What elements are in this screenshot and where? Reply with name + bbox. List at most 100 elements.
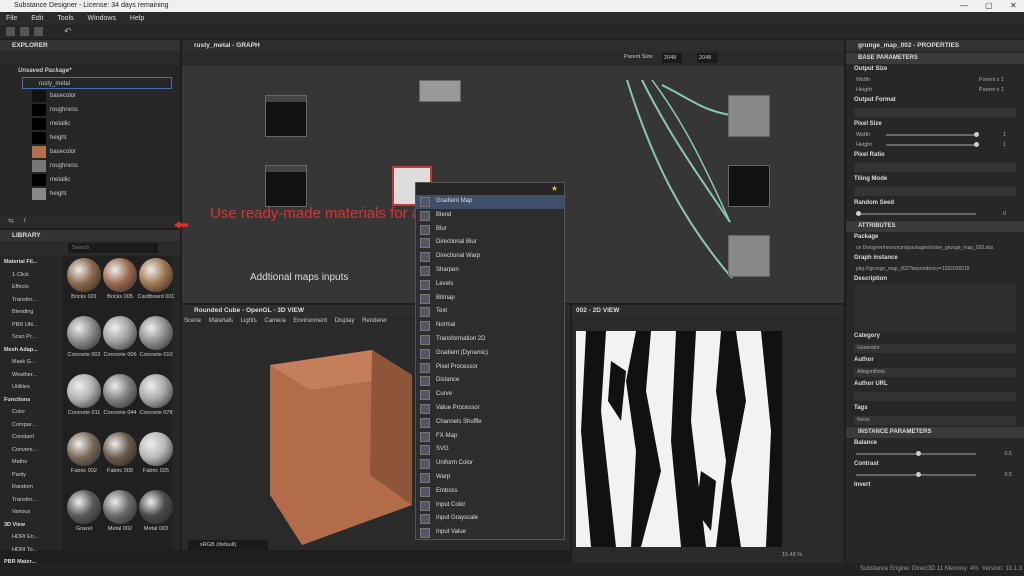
node-menu-item[interactable]: SVG — [416, 443, 564, 457]
library-material[interactable]: Concrete 010 — [136, 316, 176, 376]
library-category[interactable]: Random — [0, 481, 60, 494]
library-material[interactable]: Bricks 005 — [100, 258, 140, 318]
library-material[interactable]: Metal 003 — [136, 490, 176, 550]
library-material[interactable]: Concrete 011 — [64, 374, 104, 434]
library-category[interactable]: Mesh Adap... — [0, 344, 60, 357]
menu-file[interactable]: File — [6, 15, 17, 22]
node-menu-item[interactable]: Input Value — [416, 526, 564, 540]
node-menu-item[interactable]: Curve — [416, 388, 564, 402]
library-material[interactable]: Concrete 002 — [64, 316, 104, 376]
description-field[interactable] — [854, 285, 1016, 331]
tags-field[interactable]: Noise — [854, 416, 1016, 425]
output-item[interactable]: height — [0, 131, 180, 145]
view3d-menu-display[interactable]: Display — [335, 318, 355, 324]
node-menu-item[interactable]: Value Processor — [416, 402, 564, 416]
library-category[interactable]: 3D View — [0, 519, 60, 532]
contrast-slider[interactable] — [856, 472, 976, 477]
output-format-select[interactable] — [854, 108, 1016, 117]
output-item[interactable]: basecolor — [0, 89, 180, 103]
graph-node[interactable] — [419, 80, 461, 102]
library-category[interactable]: Mask G... — [0, 356, 60, 369]
balance-slider[interactable] — [856, 451, 976, 456]
graph-node[interactable] — [728, 95, 770, 137]
library-material[interactable]: Bricks 001 — [64, 258, 104, 318]
graph-node[interactable] — [265, 165, 307, 207]
pixel-height-slider[interactable] — [886, 142, 979, 147]
node-menu-item[interactable]: Blend — [416, 209, 564, 223]
node-menu-item[interactable]: Emboss — [416, 485, 564, 499]
library-material[interactable]: Fabric 025 — [136, 432, 176, 492]
graph-item[interactable]: rusty_metal — [22, 77, 172, 89]
library-category[interactable]: Compar... — [0, 419, 60, 432]
save-icon[interactable] — [34, 27, 43, 36]
library-category[interactable]: Blending — [0, 306, 60, 319]
node-menu-item[interactable]: Uniform Color — [416, 457, 564, 471]
library-category[interactable]: Utilities — [0, 381, 60, 394]
node-menu-item[interactable]: Blur — [416, 223, 564, 237]
menu-search[interactable]: ★ — [416, 183, 564, 195]
node-menu-item[interactable]: Input Grayscale — [416, 512, 564, 526]
node-menu-item[interactable]: Levels — [416, 278, 564, 292]
node-menu-item[interactable]: Text — [416, 305, 564, 319]
graph-node[interactable] — [728, 235, 770, 277]
colorspace-select[interactable]: sRGB (default) — [188, 540, 268, 550]
library-category[interactable]: Constant — [0, 431, 60, 444]
library-category[interactable]: Effects — [0, 281, 60, 294]
library-category[interactable]: HDRI En... — [0, 531, 60, 544]
node-menu-item[interactable]: FX-Map — [416, 430, 564, 444]
attributes-header[interactable]: ATTRIBUTES — [846, 221, 1024, 232]
library-category[interactable]: Various — [0, 506, 60, 519]
view3d-menu-renderer[interactable]: Renderer — [362, 318, 387, 324]
node-menu-item[interactable]: Channels Shuffle — [416, 416, 564, 430]
star-icon[interactable]: ★ — [551, 184, 558, 193]
node-menu-item[interactable]: Distance — [416, 374, 564, 388]
view3d-menu-lights[interactable]: Lights — [241, 318, 257, 324]
library-material[interactable]: Fabric 002 — [64, 432, 104, 492]
output-item[interactable]: basecolor — [0, 145, 180, 159]
view3d-menu-materials[interactable]: Materials — [209, 318, 233, 324]
minimize-button[interactable]: — — [960, 0, 968, 12]
library-category[interactable]: Maths — [0, 456, 60, 469]
node-menu-item[interactable]: Sharpen — [416, 264, 564, 278]
maximize-button[interactable]: ▢ — [985, 0, 993, 12]
library-category[interactable]: Weather... — [0, 369, 60, 382]
pixel-width-slider[interactable] — [886, 132, 979, 137]
node-menu-item[interactable]: Pixel Processor — [416, 361, 564, 375]
library-category[interactable]: Transfor... — [0, 294, 60, 307]
library-material[interactable]: Concrete 006 — [100, 316, 140, 376]
library-material[interactable]: Cardboard 001 — [136, 258, 176, 318]
menu-help[interactable]: Help — [130, 15, 144, 22]
graph-node[interactable] — [728, 165, 770, 207]
library-search-input[interactable]: Search — [68, 243, 158, 253]
library-category[interactable]: HDRI To... — [0, 544, 60, 557]
base-params-header[interactable]: BASE PARAMETERS — [846, 53, 1024, 64]
view3d-menu-scene[interactable]: Scene — [184, 318, 201, 324]
node-menu-item[interactable]: Transformation 2D — [416, 333, 564, 347]
node-menu-item[interactable]: Directional Warp — [416, 250, 564, 264]
library-category[interactable]: 1-Click — [0, 269, 60, 282]
open-icon[interactable] — [20, 27, 29, 36]
output-item[interactable]: metallic — [0, 173, 180, 187]
package-item[interactable]: Unsaved Package* — [0, 65, 180, 77]
tree-icon[interactable]: ⇆ — [8, 217, 14, 225]
node-menu-item[interactable]: Directional Blur — [416, 236, 564, 250]
menu-windows[interactable]: Windows — [88, 15, 116, 22]
library-material[interactable]: Fabric 009 — [100, 432, 140, 492]
author-url-field[interactable] — [854, 392, 1016, 401]
library-category[interactable]: Scan Pr... — [0, 331, 60, 344]
library-category[interactable]: Transfor... — [0, 494, 60, 507]
library-material[interactable]: Gravel — [64, 490, 104, 550]
view3d-menu-camera[interactable]: Camera — [264, 318, 285, 324]
node-menu-item[interactable]: Warp — [416, 471, 564, 485]
instance-params-header[interactable]: INSTANCE PARAMETERS — [846, 427, 1024, 438]
author-field[interactable]: Allegorithmic — [854, 368, 1016, 377]
output-item[interactable]: metallic — [0, 117, 180, 131]
node-menu-item[interactable]: Normal — [416, 319, 564, 333]
tiling-mode-select[interactable] — [854, 187, 1016, 196]
zoom-level[interactable]: 15.48 % — [782, 552, 802, 558]
category-field[interactable]: Generator — [854, 344, 1016, 353]
output-item[interactable]: height — [0, 187, 180, 201]
library-category[interactable]: Material Fil... — [0, 256, 60, 269]
view3d-menu-environment[interactable]: Environment — [293, 318, 327, 324]
library-material[interactable]: Metal 002 — [100, 490, 140, 550]
